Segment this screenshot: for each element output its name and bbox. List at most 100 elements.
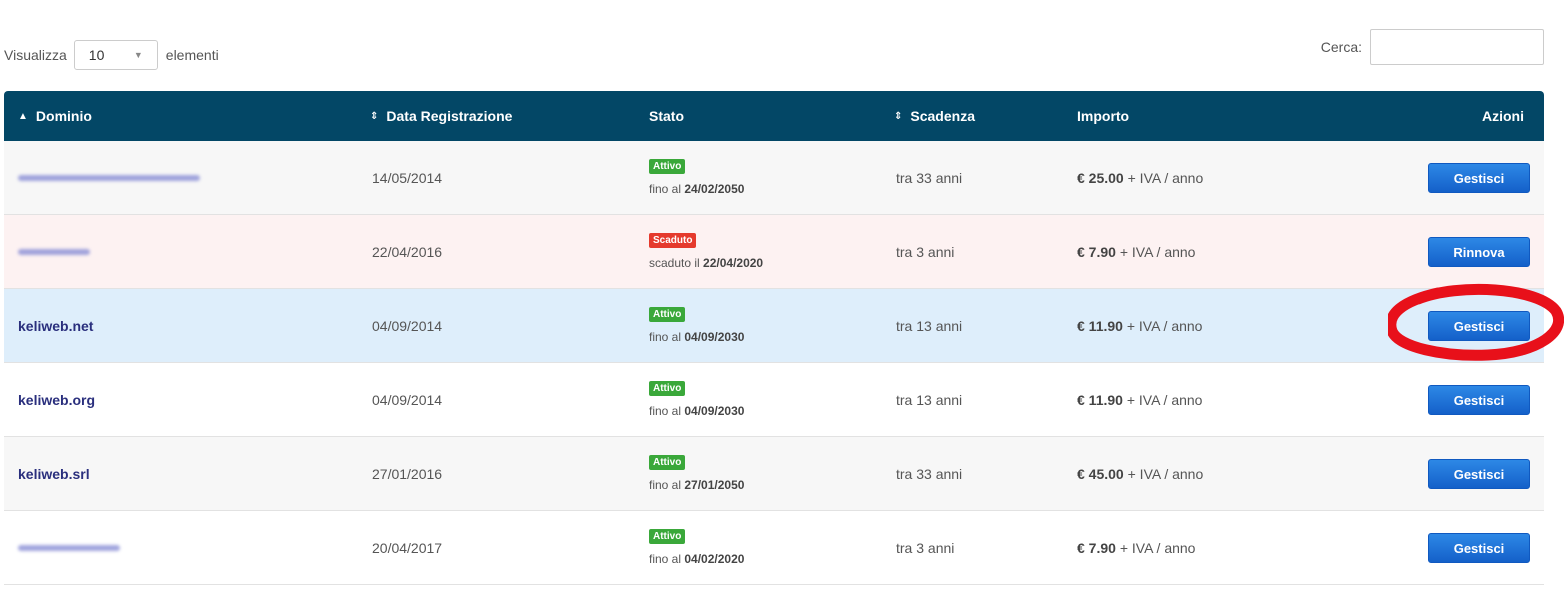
status-note-date: 24/02/2050 [684,182,745,196]
sort-asc-icon: ▲ [18,110,28,122]
price-suffix: + IVA / anno [1127,169,1204,186]
price-suffix: + IVA / anno [1119,539,1196,556]
registration-date: 20/04/2017 [372,539,443,556]
status-badge: Scaduto [649,233,697,248]
domain-cell [18,215,90,288]
price-cell: € 7.90 + IVA / anno [1077,511,1195,584]
expiry-cell: tra 13 anni [896,317,963,334]
status-note-prefix: fino al [649,552,682,566]
manage-button[interactable]: Gestisci [1428,163,1530,193]
price-suffix: + IVA / anno [1119,243,1196,260]
column-header-expiry[interactable]: ⇕ Scadenza [894,91,975,141]
status-note-date: 04/09/2030 [684,330,745,344]
registration-date: 27/01/2016 [372,465,443,482]
page-length-select[interactable]: 10 ▼ [73,40,158,70]
status-cell: Attivo fino al 04/02/2020 [649,511,744,584]
length-label-after: elementi [165,47,219,63]
redacted-domain [18,248,90,255]
status-note: fino al 24/02/2050 [649,182,744,196]
column-header-actions: Azioni [1482,91,1524,141]
status-note: scaduto il 22/04/2020 [649,256,763,270]
price-amount: € 11.90 [1077,391,1123,408]
domain-cell [18,141,200,214]
status-note: fino al 27/01/2050 [649,478,744,492]
domain-link[interactable]: keliweb.net [18,289,93,362]
page-length-value: 10 [88,47,105,63]
renew-button[interactable]: Rinnova [1428,237,1530,267]
table-row: 22/04/2016 Scaduto scaduto il 22/04/2020… [4,215,1544,289]
manage-button[interactable]: Gestisci [1428,311,1530,341]
registration-date: 04/09/2014 [372,391,443,408]
price-amount: € 45.00 [1077,465,1124,482]
price-cell: € 11.90 + IVA / anno [1077,289,1202,362]
status-note-prefix: fino al [649,182,682,196]
registration-date: 04/09/2014 [372,317,443,334]
status-cell: Attivo fino al 27/01/2050 [649,437,744,510]
column-header-registration-label: Data Registrazione [386,108,513,124]
status-badge: Attivo [649,455,686,470]
domain-link[interactable]: keliweb.org [18,363,95,436]
status-badge: Attivo [649,529,686,544]
sort-icon: ⇕ [894,110,903,122]
length-label-before: Visualizza [4,47,67,63]
price-suffix: + IVA / anno [1126,317,1203,334]
column-header-registration[interactable]: ⇕ Data Registrazione [370,91,512,141]
status-badge: Attivo [649,381,686,396]
column-header-status-label: Stato [649,108,684,124]
page-length-control: Visualizza 10 ▼ elementi [4,39,219,71]
status-note-prefix: fino al [649,404,682,418]
column-header-expiry-label: Scadenza [910,108,975,124]
status-note-date: 04/09/2030 [684,404,745,418]
table-controls: Visualizza 10 ▼ elementi Cerca: [4,29,1544,73]
price-amount: € 11.90 [1077,317,1123,334]
search-control: Cerca: [1321,29,1544,65]
price-amount: € 7.90 [1077,539,1116,556]
price-amount: € 25.00 [1077,169,1124,186]
expiry-cell: tra 3 anni [896,243,955,260]
price-cell: € 45.00 + IVA / anno [1077,437,1203,510]
table-row: 14/05/2014 Attivo fino al 24/02/2050 tra… [4,141,1544,215]
status-badge: Attivo [649,307,686,322]
status-note-date: 04/02/2020 [684,552,745,566]
redacted-domain [18,174,200,181]
search-label: Cerca: [1320,39,1362,55]
manage-button[interactable]: Gestisci [1428,385,1530,415]
status-note: fino al 04/09/2030 [649,404,744,418]
manage-button[interactable]: Gestisci [1428,533,1530,563]
price-suffix: + IVA / anno [1126,391,1203,408]
status-note: fino al 04/02/2020 [649,552,744,566]
status-note-prefix: fino al [649,478,682,492]
column-header-domain[interactable]: ▲ Dominio [18,91,92,141]
expiry-cell: tra 3 anni [896,539,955,556]
status-cell: Attivo fino al 24/02/2050 [649,141,744,214]
redacted-domain [18,544,120,551]
domain-link[interactable]: keliweb.srl [18,437,90,510]
status-badge: Attivo [649,159,686,174]
table-row: keliweb.org 04/09/2014 Attivo fino al 04… [4,363,1544,437]
registration-date: 22/04/2016 [372,243,443,260]
status-note: fino al 04/09/2030 [649,330,744,344]
expiry-cell: tra 13 anni [896,391,963,408]
table-row: 20/04/2017 Attivo fino al 04/02/2020 tra… [4,511,1544,585]
status-note-prefix: fino al [649,330,682,344]
sort-icon: ⇕ [370,110,379,122]
chevron-down-icon: ▼ [133,50,143,60]
price-cell: € 11.90 + IVA / anno [1077,363,1202,436]
column-header-domain-label: Dominio [35,108,92,124]
table-row: keliweb.net 04/09/2014 Attivo fino al 04… [4,289,1544,363]
status-cell: Scaduto scaduto il 22/04/2020 [649,215,763,288]
status-cell: Attivo fino al 04/09/2030 [649,289,744,362]
column-header-status: Stato [649,91,684,141]
domain-cell [18,511,120,584]
table-row: keliweb.srl 27/01/2016 Attivo fino al 27… [4,437,1544,511]
manage-button[interactable]: Gestisci [1428,459,1530,489]
column-header-actions-label: Azioni [1482,108,1524,124]
price-cell: € 25.00 + IVA / anno [1077,141,1203,214]
price-cell: € 7.90 + IVA / anno [1077,215,1195,288]
domains-table: ▲ Dominio ⇕ Data Registrazione Stato ⇕ S… [4,91,1544,585]
expiry-cell: tra 33 anni [896,169,963,186]
search-input[interactable] [1370,29,1544,65]
status-note-date: 27/01/2050 [684,478,745,492]
price-suffix: + IVA / anno [1127,465,1204,482]
column-header-amount-label: Importo [1077,108,1130,124]
